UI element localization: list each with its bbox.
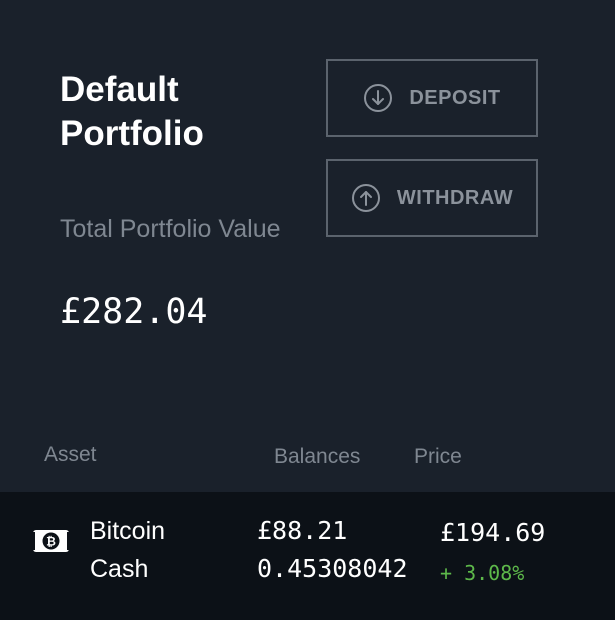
balance-fiat: £88.21 bbox=[257, 516, 348, 545]
price-change: + 3.08% bbox=[440, 561, 525, 585]
total-value-label: Total Portfolio Value bbox=[60, 215, 281, 243]
arrow-down-circle-icon bbox=[364, 84, 393, 112]
table-row[interactable]: ₿ Bitcoin Cash £88.21 0.45308042 £194.69… bbox=[0, 492, 615, 620]
asset-price: £194.69 bbox=[440, 518, 546, 547]
column-header-asset: Asset bbox=[44, 443, 97, 466]
asset-name: Bitcoin Cash bbox=[90, 517, 166, 583]
balance-crypto: 0.45308042 bbox=[257, 554, 408, 583]
deposit-label: DEPOSIT bbox=[409, 86, 501, 109]
arrow-up-circle-icon bbox=[351, 184, 380, 212]
svg-text:₿: ₿ bbox=[46, 535, 56, 549]
total-value-amount: £282.04 bbox=[60, 292, 208, 332]
column-header-balances: Balances bbox=[274, 445, 361, 468]
deposit-button[interactable]: DEPOSIT bbox=[326, 59, 538, 137]
column-header-price: Price bbox=[414, 445, 462, 468]
portfolio-title: Default Portfolio bbox=[60, 70, 204, 153]
withdraw-label: WITHDRAW bbox=[396, 186, 514, 209]
withdraw-button[interactable]: WITHDRAW bbox=[326, 159, 538, 237]
bitcoin-cash-icon: ₿ bbox=[30, 530, 72, 552]
